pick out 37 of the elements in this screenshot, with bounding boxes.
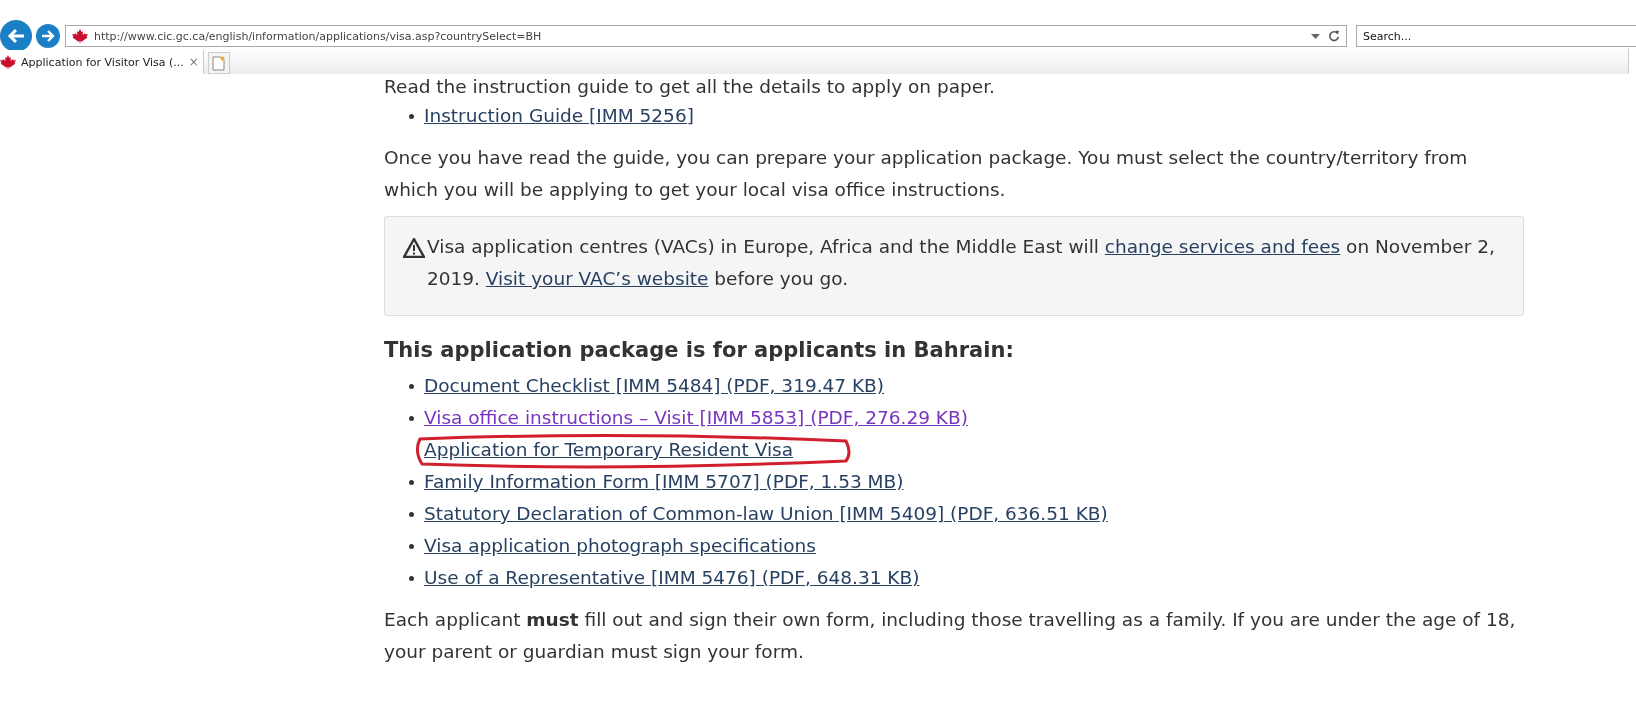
back-button[interactable] xyxy=(0,20,32,52)
page-icon xyxy=(212,55,226,71)
forward-arrow-icon xyxy=(41,30,55,42)
document-link[interactable]: Use of a Representative [IMM 5476] (PDF, 648.31 KB) xyxy=(424,562,920,594)
address-bar[interactable]: http://www.cic.gc.ca/english/information/applications/visa.asp?countrySelect=BH xyxy=(65,25,1347,47)
bullet-icon xyxy=(409,511,414,517)
back-arrow-icon xyxy=(7,28,25,44)
bullet-icon xyxy=(409,575,414,581)
alert-link[interactable]: Visit your VAC’s website xyxy=(485,268,709,289)
document-link[interactable]: Family Information Form [IMM 5707] (PDF, 1.53 MB) xyxy=(424,466,904,498)
warning-icon xyxy=(403,238,425,258)
section-heading: This application package is for applicants in Bahrain: xyxy=(384,337,1015,364)
document-link[interactable]: Statutory Declaration of Common-law Union [IMM 5409] (PDF, 636.51 KB) xyxy=(424,498,1108,530)
intro-paragraph: Once you have read the guide, you can prepare your application package. You must select the country/territory from which you will be applying to get your local visa office instructions. xyxy=(384,146,1469,202)
alert-text: Visa application centres (VACs) in Europe, Africa and the Middle East will change services and fees on November 2, 2019. Visit your VAC’s website before you go. xyxy=(427,235,1496,291)
bullet-icon xyxy=(409,383,414,389)
url-text: http://www.cic.gc.ca/english/information/applications/visa.asp?countrySelect=BH xyxy=(94,29,543,43)
alert-link[interactable]: change services and fees xyxy=(1104,236,1341,257)
note-paragraph: Each applicant must fill out and sign their own form, including those travelling as a family. If you are under the age of 18, your parent or guardian must sign your form. xyxy=(384,608,1517,664)
document-link[interactable]: Visa application photograph specifications xyxy=(424,530,816,562)
document-link[interactable]: Visa office instructions – Visit [IMM 5853] (PDF, 276.29 KB) xyxy=(424,402,968,434)
bullet-icon xyxy=(409,479,414,485)
forward-button[interactable] xyxy=(36,24,60,48)
instruction-text: Read the instruction guide to get all the details to apply on paper. xyxy=(384,75,996,99)
document-link[interactable]: Instruction Guide [IMM 5256] xyxy=(424,100,694,132)
tab-title: Application for Visitor Visa (... xyxy=(21,55,184,69)
dropdown-caret-icon[interactable] xyxy=(1311,33,1320,39)
document-link[interactable]: Document Checklist [IMM 5484] (PDF, 319.47 KB) xyxy=(424,370,885,402)
browser-tab[interactable]: Application for Visitor Visa (... × xyxy=(0,50,204,74)
bullet-icon xyxy=(409,113,414,119)
refresh-icon[interactable] xyxy=(1328,30,1340,42)
bullet-icon xyxy=(409,543,414,549)
close-icon[interactable]: × xyxy=(188,55,199,69)
search-field[interactable]: Search... xyxy=(1356,25,1636,47)
maple-leaf-icon xyxy=(72,29,88,43)
maple-leaf-icon xyxy=(0,55,16,69)
bullet-icon xyxy=(409,415,414,421)
